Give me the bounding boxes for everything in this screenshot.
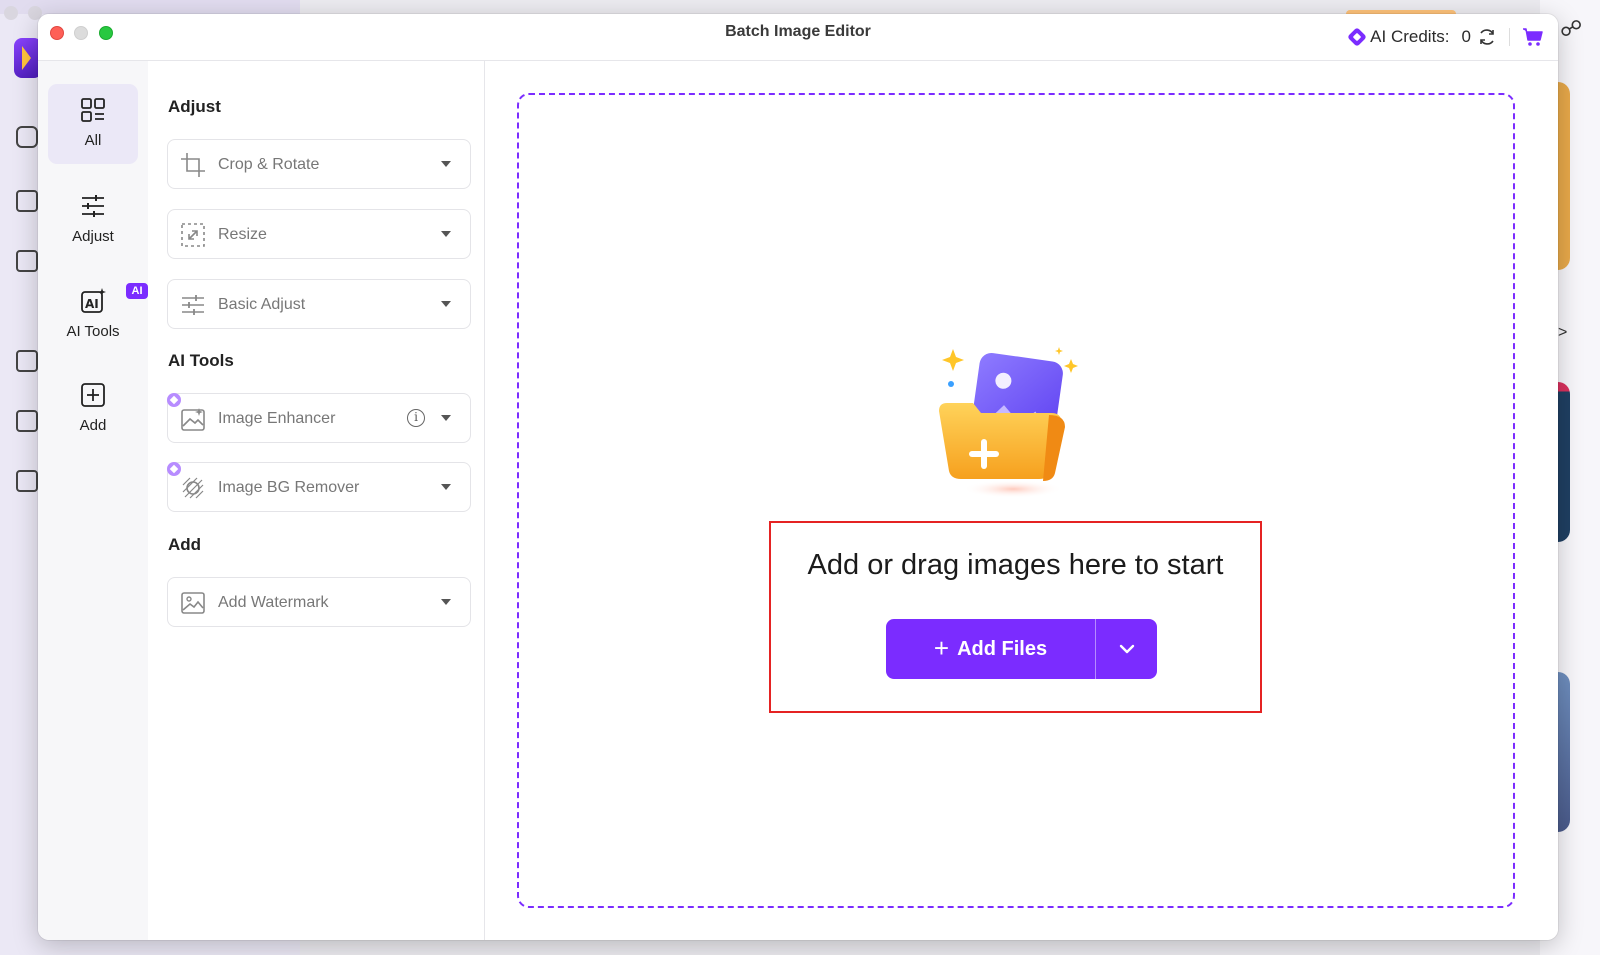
caret-down-icon — [441, 415, 451, 421]
tool-icon — [16, 190, 38, 212]
home-icon — [16, 126, 38, 148]
headset-icon: ☍ — [1560, 16, 1583, 41]
plus-square-icon — [81, 383, 105, 407]
batch-image-editor-window: Batch Image Editor AI Credits: 0 All Adj… — [38, 14, 1558, 940]
divider — [1509, 28, 1510, 46]
caret-down-icon — [441, 599, 451, 605]
add-files-label: Add Files — [957, 637, 1048, 660]
nav-item-add[interactable]: Add — [48, 369, 138, 449]
bg-remover-icon — [182, 477, 204, 499]
section-title-adjust: Adjust — [168, 97, 221, 116]
nav-item-label: AI Tools — [66, 323, 120, 340]
tool-basic-adjust[interactable]: Basic Adjust — [167, 279, 471, 329]
ai-credits: AI Credits: 0 — [1347, 24, 1544, 50]
ai-credits-value: 0 — [1461, 27, 1471, 46]
caret-down-icon — [441, 301, 451, 307]
tool-label: Resize — [218, 226, 267, 243]
add-files-split-button: + Add Files — [886, 619, 1157, 679]
window-title: Batch Image Editor — [725, 23, 871, 40]
tool-add-watermark[interactable]: Add Watermark — [167, 577, 471, 627]
sliders-icon — [182, 295, 204, 315]
nav-item-label: All — [84, 132, 102, 149]
add-files-dropdown-button[interactable] — [1096, 619, 1157, 679]
tool-resize[interactable]: Resize — [167, 209, 471, 259]
chevron-down-icon — [1119, 644, 1134, 654]
plus-icon: + — [933, 633, 950, 663]
crop-icon — [181, 153, 205, 177]
ai-badge: AI — [126, 283, 148, 299]
tool-label: Add Watermark — [218, 594, 329, 611]
add-images-illustration-icon — [939, 347, 1078, 498]
tool-label: Image Enhancer — [218, 410, 336, 427]
main-area: Add or drag images here to start + Add F… — [485, 61, 1558, 940]
nav-item-all[interactable]: All — [48, 84, 138, 164]
tool-label: Crop & Rotate — [218, 156, 320, 173]
video-icon — [16, 470, 38, 492]
background-app-titlebar — [0, 0, 300, 14]
section-title-ai-tools: AI Tools — [168, 351, 234, 370]
background-window-dot — [4, 6, 18, 20]
refresh-icon[interactable] — [1477, 27, 1497, 47]
watermark-image-icon — [181, 592, 205, 614]
ai-diamond-icon — [167, 462, 181, 476]
tool-label: Basic Adjust — [218, 296, 306, 313]
ai-diamond-icon — [1347, 27, 1368, 47]
tool-image-bg-remover[interactable]: Image BG Remover — [167, 462, 471, 512]
nav-item-label: Adjust — [72, 228, 114, 245]
category-nav: All Adjust AI AI AI Tools Add — [38, 61, 148, 940]
nav-item-adjust[interactable]: Adjust — [48, 180, 138, 260]
image-dropzone[interactable] — [517, 93, 1515, 908]
image-enhance-icon — [181, 408, 205, 431]
tool-label: Image BG Remover — [218, 479, 360, 496]
cart-icon[interactable] — [1522, 27, 1544, 47]
tool-panel: Adjust Crop & Rotate Resize Basic Adjust… — [148, 61, 485, 940]
document-icon — [16, 250, 38, 272]
caret-down-icon — [441, 231, 451, 237]
chevron-right-icon: > — [1558, 324, 1568, 341]
drop-prompt: Add or drag images here to start — [807, 549, 1224, 581]
caret-down-icon — [441, 161, 451, 167]
nav-item-ai-tools[interactable]: AI AI AI Tools — [48, 275, 148, 355]
info-icon[interactable]: i — [407, 409, 425, 427]
caret-down-icon — [441, 484, 451, 490]
tool-crop-rotate[interactable]: Crop & Rotate — [167, 139, 471, 189]
nav-item-label: Add — [79, 417, 107, 434]
titlebar: Batch Image Editor AI Credits: 0 — [38, 14, 1558, 61]
grid-icon — [81, 98, 105, 122]
resize-icon — [181, 223, 205, 247]
ai-diamond-icon — [167, 393, 181, 407]
tool-image-enhancer[interactable]: Image Enhancer i — [167, 393, 471, 443]
ai-credits-label: AI Credits: — [1370, 27, 1450, 46]
ai-image-icon: AI — [81, 288, 106, 313]
svg-text:AI: AI — [85, 297, 99, 311]
section-title-add: Add — [168, 535, 202, 554]
sliders-icon — [82, 195, 104, 217]
unlock-icon — [16, 350, 38, 372]
add-files-button[interactable]: + Add Files — [886, 619, 1096, 679]
page-icon — [16, 410, 38, 432]
